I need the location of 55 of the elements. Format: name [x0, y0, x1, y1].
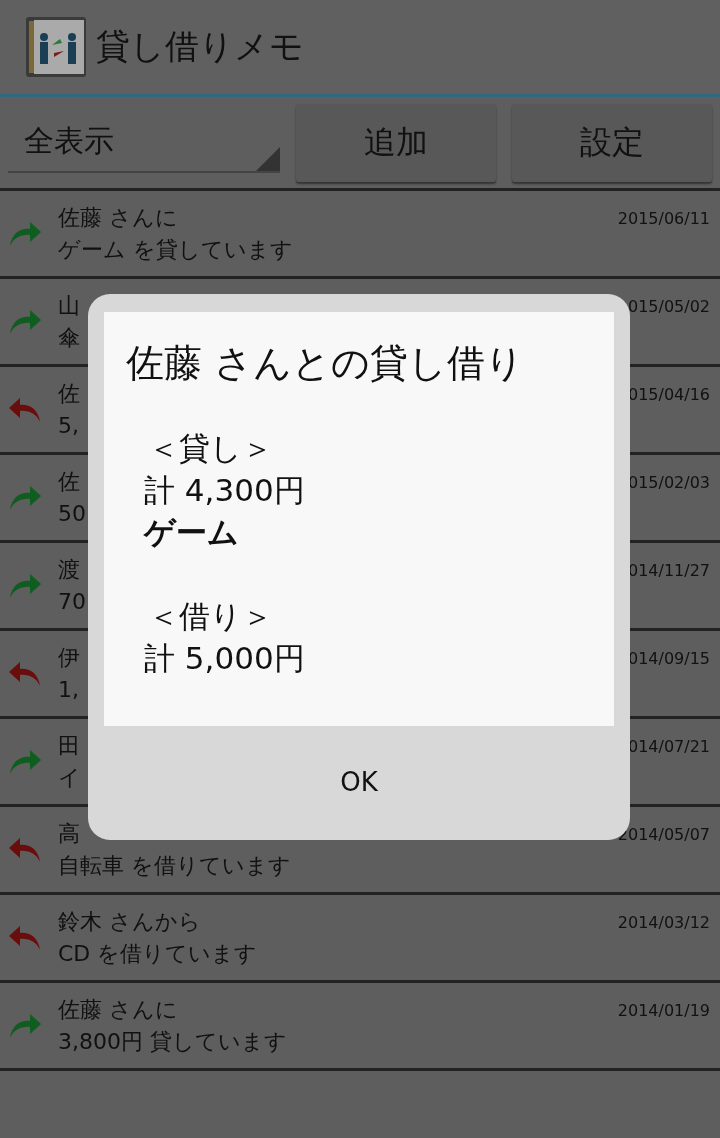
list-item[interactable]: 鈴木 さんから CD を借りています 2014/03/12 — [0, 895, 720, 983]
item-text: イ — [58, 763, 81, 792]
date-text: 2014/05/07 — [617, 825, 710, 844]
item-text: 自転車 を借りています — [58, 851, 291, 880]
person-text: 渡 — [58, 555, 80, 584]
forward-arrow-icon — [8, 307, 42, 336]
date-text: 2015/06/11 — [617, 209, 710, 228]
person-text: 鈴木 さんから — [58, 907, 201, 936]
reply-arrow-icon — [8, 395, 42, 424]
person-text: 佐 — [58, 467, 80, 496]
item-text: CD を借りています — [58, 939, 258, 968]
forward-arrow-icon — [8, 1011, 42, 1040]
date-text: 015/05/02 — [627, 297, 710, 316]
date-text: 014/09/15 — [627, 649, 710, 668]
person-text: 山 — [58, 291, 80, 320]
date-text: 014/11/27 — [627, 561, 710, 580]
total-text: 計 4,300円 — [143, 471, 306, 510]
person-text: 田 — [58, 731, 80, 760]
section-heading: ＜貸し＞ — [147, 429, 274, 468]
reply-arrow-icon — [8, 659, 42, 688]
list-item[interactable]: 佐藤 さんに ゲーム を貸しています 2015/06/11 — [0, 191, 720, 279]
total-text: 計 5,000円 — [143, 639, 306, 678]
forward-arrow-icon — [8, 219, 42, 248]
date-text: 014/07/21 — [627, 737, 710, 756]
list-item[interactable]: 佐藤 さんに 3,800円 貸しています 2014/01/19 — [0, 983, 720, 1071]
date-text: 2014/03/12 — [617, 913, 710, 932]
item-text: 傘 — [58, 323, 80, 352]
item-text: 70 — [58, 587, 86, 616]
dropdown-corner-icon — [256, 146, 280, 171]
app-logo-icon — [24, 15, 88, 79]
forward-arrow-icon — [8, 483, 42, 512]
item-text: ゲーム を貸しています — [58, 235, 293, 264]
person-text: 佐 — [58, 379, 80, 408]
section-heading: ＜借り＞ — [147, 597, 274, 636]
date-text: 015/02/03 — [627, 473, 710, 492]
app-title: 貸し借りメモ — [96, 25, 304, 68]
toolbar-button[interactable]: 設定 — [512, 103, 712, 182]
item-name: ゲーム — [142, 513, 240, 552]
dialog-title: 佐藤 さんとの貸し借り — [126, 340, 526, 387]
reply-arrow-icon — [8, 835, 42, 864]
item-text: 50 — [58, 499, 86, 528]
person-text: 佐藤 さんに — [58, 203, 178, 232]
date-text: 015/04/16 — [627, 385, 710, 404]
filter-dropdown[interactable]: 全表示 — [8, 112, 280, 173]
date-text: 2014/01/19 — [617, 1001, 710, 1020]
person-text: 佐藤 さんに — [58, 995, 178, 1024]
person-text: 伊 — [58, 643, 80, 672]
forward-arrow-icon — [8, 571, 42, 600]
person-text: 高 — [58, 819, 80, 848]
forward-arrow-icon — [8, 747, 42, 776]
toolbar-button[interactable]: 追加 — [296, 103, 496, 182]
item-text: 1, — [58, 675, 79, 704]
reply-arrow-icon — [8, 923, 42, 952]
item-text: 3,800円 貸しています — [58, 1027, 287, 1056]
item-text: 5, — [58, 411, 79, 440]
